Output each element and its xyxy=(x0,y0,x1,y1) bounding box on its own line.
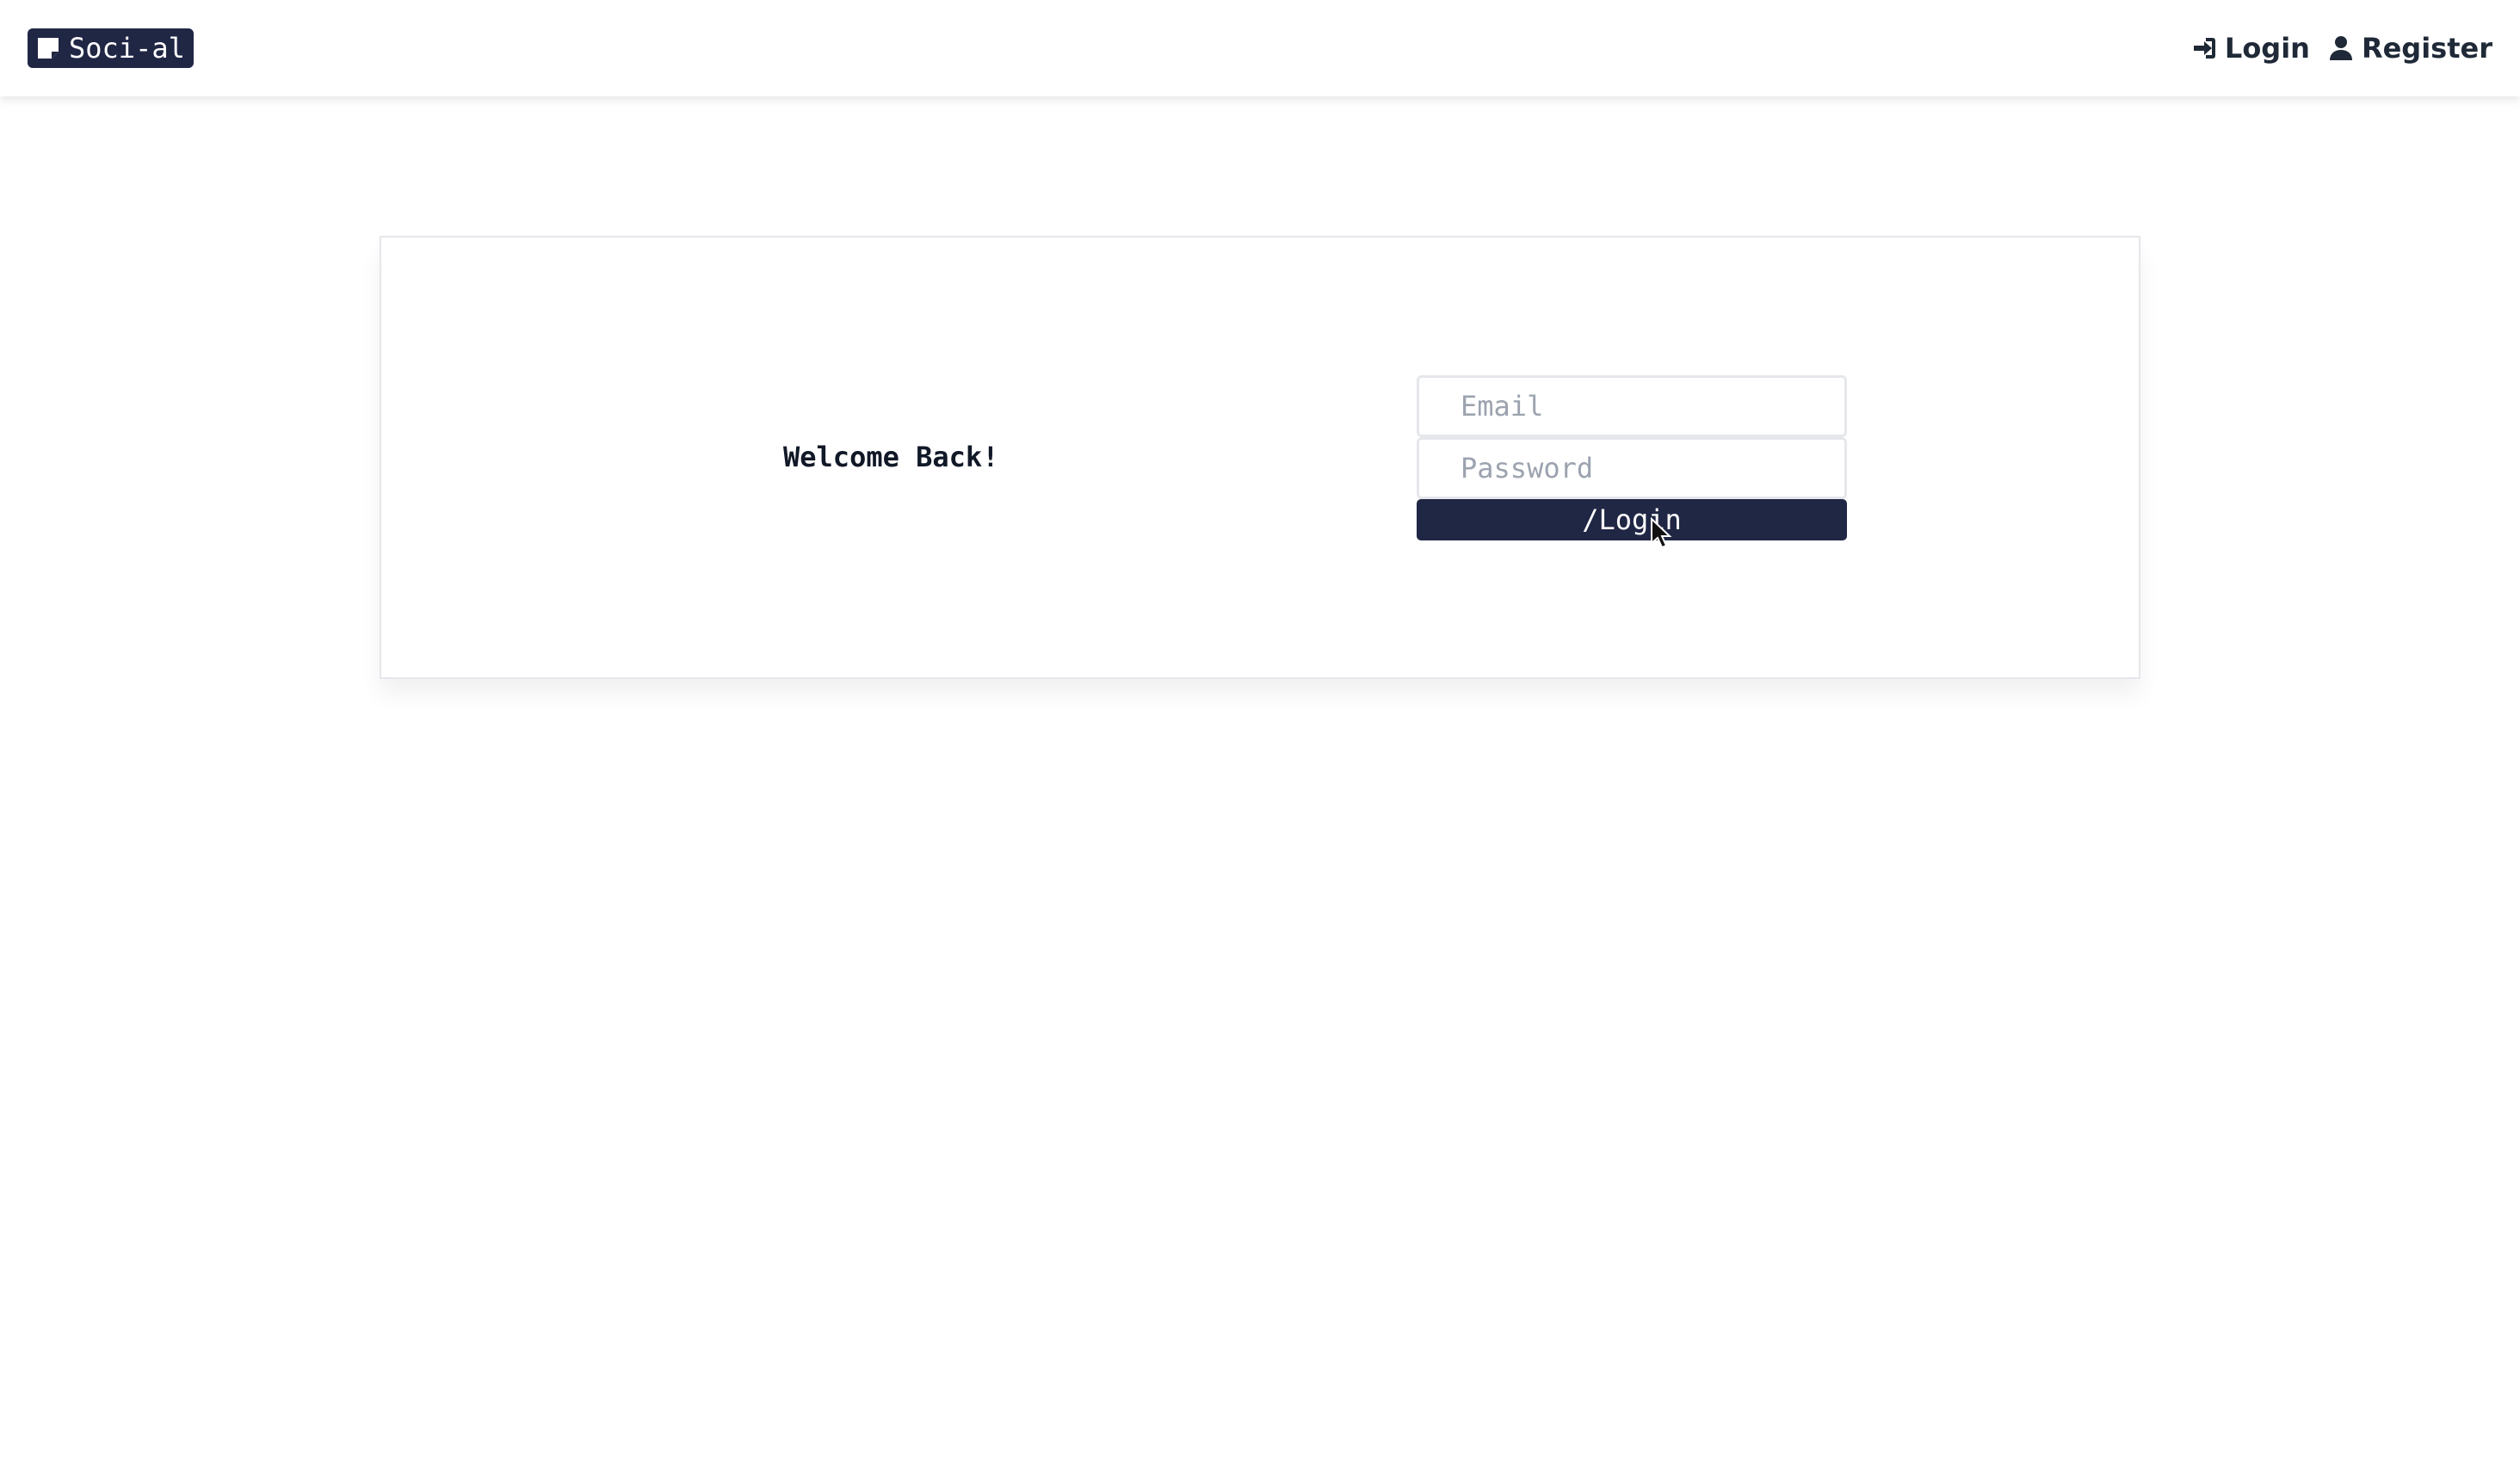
brand-label: Soci-al xyxy=(69,32,185,65)
sign-in-icon xyxy=(2190,34,2218,62)
password-field[interactable] xyxy=(1417,437,1847,499)
nav-register-label: Register xyxy=(2361,32,2492,65)
nav-login-label: Login xyxy=(2224,32,2310,65)
login-card: Welcome Back! /Login xyxy=(380,236,2140,679)
brand-logo[interactable]: Soci-al xyxy=(28,28,194,68)
login-form: /Login xyxy=(1417,375,1847,540)
nav-register-link[interactable]: Register xyxy=(2327,32,2492,65)
nav-login-link[interactable]: Login xyxy=(2190,32,2310,65)
nav-links: Login Register xyxy=(2190,32,2492,65)
navbar: Soci-al Login Register xyxy=(0,0,2520,96)
email-field[interactable] xyxy=(1417,375,1847,437)
welcome-heading: Welcome Back! xyxy=(783,441,999,473)
note-icon xyxy=(36,36,60,60)
user-icon xyxy=(2327,34,2355,62)
login-button[interactable]: /Login xyxy=(1417,499,1847,540)
mouse-pointer-icon xyxy=(1651,517,1672,549)
